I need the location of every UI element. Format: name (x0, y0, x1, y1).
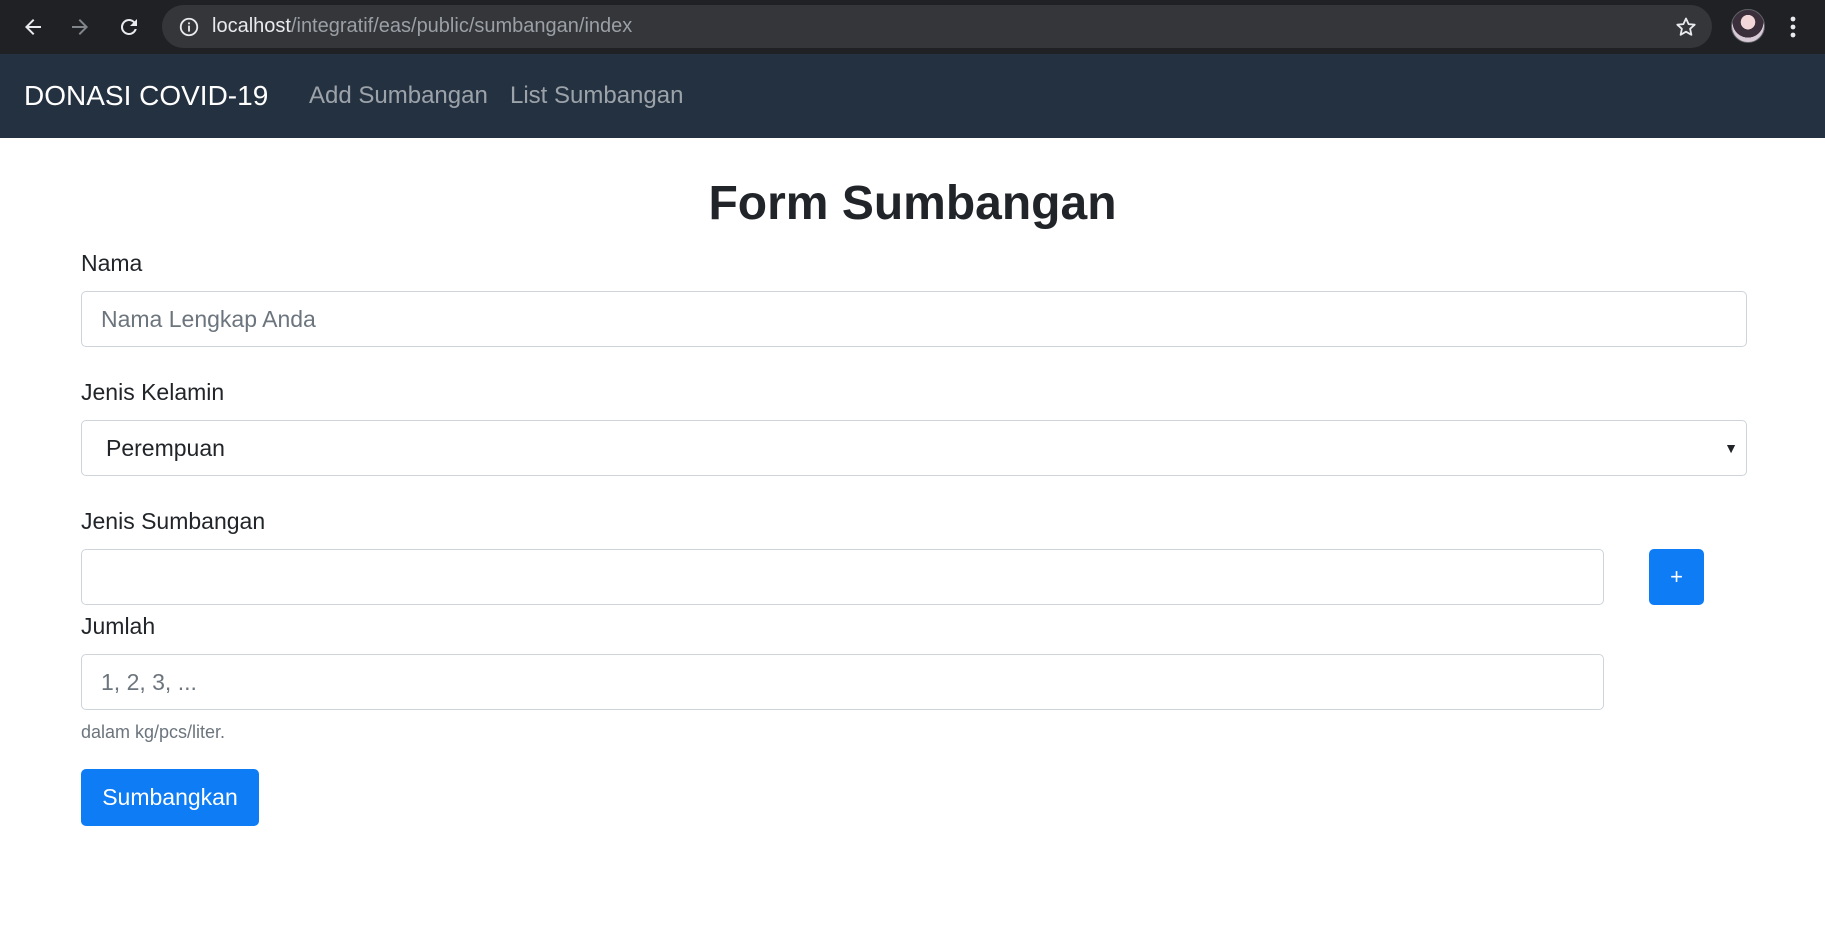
back-button[interactable] (17, 11, 49, 43)
nama-label: Nama (81, 250, 143, 276)
profile-avatar[interactable] (1731, 9, 1765, 43)
jenis-kelamin-label: Jenis Kelamin (81, 379, 225, 405)
jenis-kelamin-select[interactable]: Perempuan ▼ (81, 420, 1747, 476)
forward-button[interactable] (64, 11, 96, 43)
back-arrow-icon (25, 19, 41, 35)
jenis-sumbangan-label: Jenis Sumbangan (81, 508, 266, 534)
sumbangkan-button[interactable]: Sumbangkan (81, 769, 259, 826)
url-text: localhost/integratif/eas/public/sumbanga… (212, 5, 632, 48)
app-navbar: DONASI COVID-19 Add Sumbangan List Sumba… (0, 54, 1825, 138)
nav-link-add-sumbangan[interactable]: Add Sumbangan (309, 54, 488, 138)
forward-arrow-icon (72, 19, 88, 35)
reload-button[interactable] (113, 11, 145, 43)
address-bar[interactable]: localhost/integratif/eas/public/sumbanga… (162, 5, 1712, 48)
jumlah-help-text: dalam kg/pcs/liter. (81, 722, 226, 742)
page-title: Form Sumbangan (708, 177, 1117, 230)
add-item-button[interactable]: + (1649, 549, 1704, 605)
chevron-down-icon: ▼ (1724, 440, 1738, 456)
url-host: localhost (212, 15, 291, 37)
info-icon[interactable] (178, 16, 200, 38)
more-options-icon[interactable] (1781, 11, 1805, 43)
nama-input[interactable] (81, 291, 1747, 347)
browser-toolbar: localhost/integratif/eas/public/sumbanga… (0, 0, 1825, 54)
url-path: /integratif/eas/public/sumbangan/index (290, 15, 633, 37)
jumlah-label: Jumlah (81, 613, 156, 639)
reload-icon (120, 18, 137, 35)
brand-title[interactable]: DONASI COVID-19 (24, 54, 268, 138)
jenis-sumbangan-input[interactable] (81, 549, 1604, 605)
bookmark-star-icon[interactable] (1674, 15, 1698, 39)
jenis-kelamin-selected: Perempuan (106, 435, 225, 461)
nav-link-list-sumbangan[interactable]: List Sumbangan (510, 54, 683, 138)
jumlah-input[interactable] (81, 654, 1604, 710)
